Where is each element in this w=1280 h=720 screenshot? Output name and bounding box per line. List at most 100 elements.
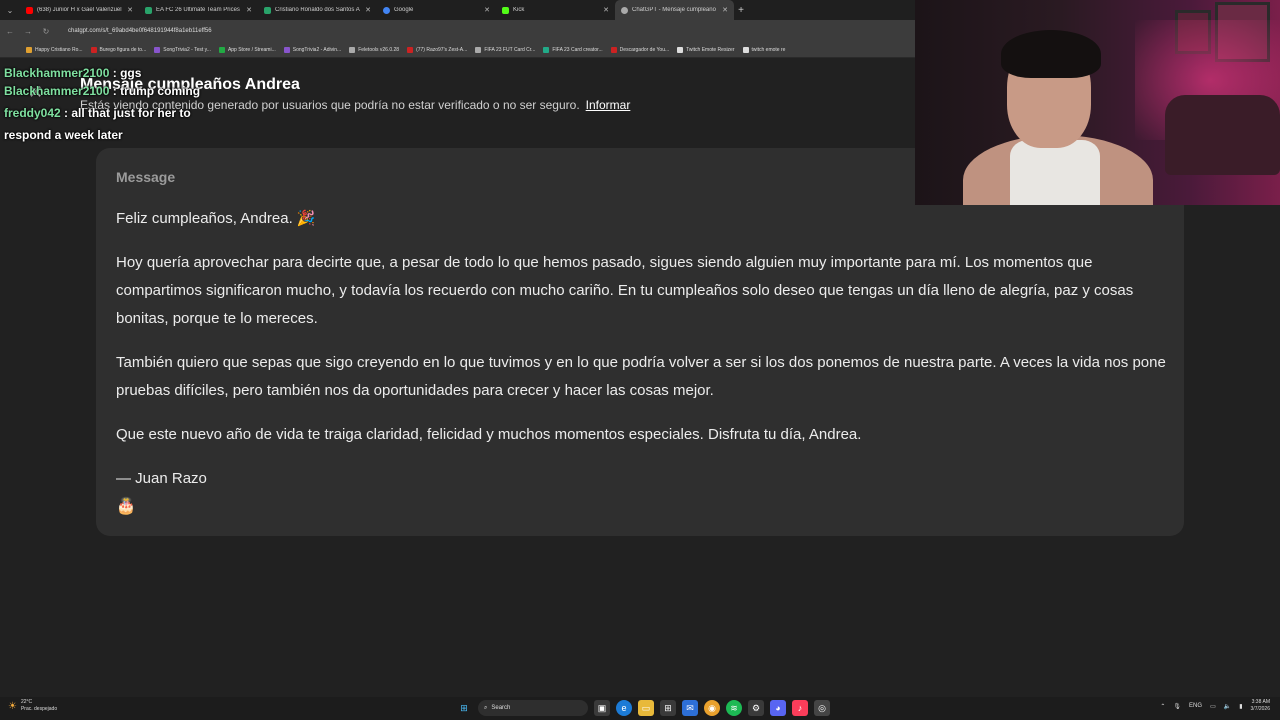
bookmark-label: Happy Cristiano Ro...: [35, 46, 83, 53]
volume-icon[interactable]: 🔈: [1224, 703, 1231, 710]
discord-icon[interactable]: ◕: [770, 700, 786, 716]
network-icon[interactable]: ▭: [1210, 703, 1216, 710]
kick-icon: [502, 6, 509, 14]
bookmark-favicon-icon: [475, 46, 482, 53]
reload-icon[interactable]: ↻: [40, 27, 52, 36]
bookmark-item[interactable]: App Store / Streami...: [218, 46, 276, 53]
close-tab-icon[interactable]: ✕: [246, 6, 252, 14]
sofa: [1165, 95, 1280, 175]
weather-temp: 22°C: [20, 699, 33, 705]
microphone-icon[interactable]: 🎙: [1173, 703, 1181, 710]
bookmark-item[interactable]: Twitch Emote Resizer: [677, 46, 735, 53]
bookmark-item[interactable]: FIFA 23 Card creator...: [543, 46, 603, 53]
message-body: Feliz cumpleaños, Andrea. 🎉 Hoy quería a…: [116, 205, 1166, 521]
bookmark-favicon-icon: [742, 46, 749, 53]
weather-widget[interactable]: ☀ 22°C Prac. despejado: [8, 699, 57, 713]
new-tab-icon[interactable]: +: [734, 5, 748, 16]
chat-message: freddy042 : all that just for her to res…: [4, 106, 191, 142]
bookmark-label: Descargador de You...: [619, 46, 670, 53]
browser-tab[interactable]: Google ✕: [377, 0, 496, 20]
bookmark-favicon-icon: [349, 46, 356, 53]
chat-username: freddy042: [4, 106, 61, 120]
forward-icon[interactable]: →: [22, 27, 34, 36]
settings-icon[interactable]: ⚙: [748, 700, 764, 716]
bookmark-item[interactable]: SongTrivia2 - Test y...: [154, 46, 211, 53]
browser-tab-bar: ⌄ (638) Junior H x Gael Valenzuel ✕ EA F…: [0, 0, 915, 20]
stream-chat-overlay: Blackhammer2100 : ggs Blackhammer2100 : …: [4, 62, 244, 146]
bookmark-favicon-icon: [677, 46, 684, 53]
tab-search-icon[interactable]: ⌄: [0, 0, 20, 20]
bookmark-favicon-icon: [154, 46, 161, 53]
bookmark-item[interactable]: Descargador de You...: [610, 46, 670, 53]
mail-icon[interactable]: ✉: [682, 700, 698, 716]
youtube-icon: [26, 6, 33, 14]
futbin-icon: [264, 6, 271, 14]
chrome-icon[interactable]: ◉: [704, 700, 720, 716]
bookmark-label: Burego figura de to...: [99, 46, 147, 53]
search-label: Search: [491, 705, 511, 711]
bookmark-label: (77) Razo97's Zest-A...: [416, 46, 468, 53]
language-indicator[interactable]: ENG: [1189, 703, 1202, 709]
weather-icon: ☀: [8, 700, 17, 712]
cake-emoji: 🎂: [116, 498, 136, 515]
message-signature: — Juan Razo: [116, 470, 207, 487]
bookmark-item[interactable]: FIFA 23 FUT Card Cr...: [475, 46, 535, 53]
bookmarks-bar: Happy Cristiano Ro... Burego figura de to…: [0, 42, 915, 58]
spotify-icon[interactable]: ≋: [726, 700, 742, 716]
message-paragraph: Feliz cumpleaños, Andrea. 🎉: [116, 210, 316, 227]
bookmark-item[interactable]: Happy Cristiano Ro...: [26, 46, 83, 53]
chevron-up-icon[interactable]: ⌃: [1160, 703, 1165, 710]
close-tab-icon[interactable]: ✕: [722, 6, 728, 14]
close-tab-icon[interactable]: ✕: [484, 6, 490, 14]
bookmark-item[interactable]: Burego figura de to...: [90, 46, 147, 53]
close-tab-icon[interactable]: ✕: [603, 6, 609, 14]
browser-tab[interactable]: (638) Junior H x Gael Valenzuel ✕: [20, 0, 139, 20]
bookmark-item[interactable]: SongTrivia2 - Adivin...: [283, 46, 342, 53]
screen: ⌄ (638) Junior H x Gael Valenzuel ✕ EA F…: [0, 0, 1280, 720]
address-bar: ← → ↻ chatgpt.com/s/t_69abd4be0f64819194…: [0, 20, 915, 42]
bookmark-favicon-icon: [543, 46, 550, 53]
report-link[interactable]: Informar: [586, 98, 631, 112]
bookmark-label: Twitch Emote Resizer: [686, 46, 735, 53]
message-paragraph: También quiero que sepas que sigo creyen…: [116, 354, 1166, 399]
store-icon[interactable]: ⊞: [660, 700, 676, 716]
clock[interactable]: 3:38 AM 3/7/2026: [1251, 699, 1270, 713]
browser-tab[interactable]: Cristiano Ronaldo dos Santos A ✕: [258, 0, 377, 20]
bookmark-label: SongTrivia2 - Adivin...: [292, 46, 342, 53]
message-label: Message: [116, 169, 176, 185]
windows-start-icon[interactable]: ⊞: [456, 700, 472, 716]
taskbar-search[interactable]: ⌕ Search: [478, 700, 588, 716]
bookmark-item[interactable]: twitch emote re: [742, 46, 786, 53]
clock-date: 3/7/2026: [1250, 706, 1270, 712]
browser-tab[interactable]: Kick ✕: [496, 0, 615, 20]
message-paragraph: Que este nuevo año de vida te traiga cla…: [116, 426, 862, 443]
chat-text: ggs: [120, 66, 142, 80]
weather-desc: Prac. despejado: [20, 706, 58, 712]
bookmark-label: SongTrivia2 - Test y...: [163, 46, 211, 53]
task-view-icon[interactable]: ▣: [594, 700, 610, 716]
bookmark-label: twitch emote re: [751, 46, 786, 53]
bookmark-favicon-icon: [407, 46, 414, 53]
bookmark-item[interactable]: (77) Razo97's Zest-A...: [407, 46, 468, 53]
google-icon: [383, 6, 390, 14]
bookmark-label: FIFA 23 Card creator...: [552, 46, 603, 53]
chat-message: Blackhammer2100 : trump coming: [4, 84, 201, 98]
file-explorer-icon[interactable]: ▭: [638, 700, 654, 716]
close-tab-icon[interactable]: ✕: [365, 6, 371, 14]
bookmark-item[interactable]: Feletools v26.0.28: [349, 46, 399, 53]
back-icon[interactable]: ←: [4, 27, 16, 36]
battery-icon[interactable]: ▮: [1239, 703, 1242, 710]
edge-icon[interactable]: e: [616, 700, 632, 716]
music-icon[interactable]: ♪: [792, 700, 808, 716]
system-tray: ⌃ 🎙 ENG ▭ 🔈 ▮ 3:38 AM 3/7/2026: [1160, 699, 1270, 713]
media-app-icon[interactable]: ◎: [814, 700, 830, 716]
browser-tab[interactable]: EA FC 26 Ultimate Team Prices ✕: [139, 0, 258, 20]
chat-username: Blackhammer2100: [4, 66, 110, 80]
search-icon: ⌕: [484, 704, 488, 711]
message-paragraph: Hoy quería aprovechar para decirte que, …: [116, 254, 1134, 327]
close-tab-icon[interactable]: ✕: [127, 6, 133, 14]
chat-username: Blackhammer2100: [4, 84, 110, 98]
streamer-hair: [1001, 30, 1101, 78]
url-field[interactable]: chatgpt.com/s/t_69abd4be0f648191944f8a1e…: [68, 28, 212, 34]
browser-tab-active[interactable]: ChatGPT - Mensaje cumpleaño ✕: [615, 0, 734, 20]
